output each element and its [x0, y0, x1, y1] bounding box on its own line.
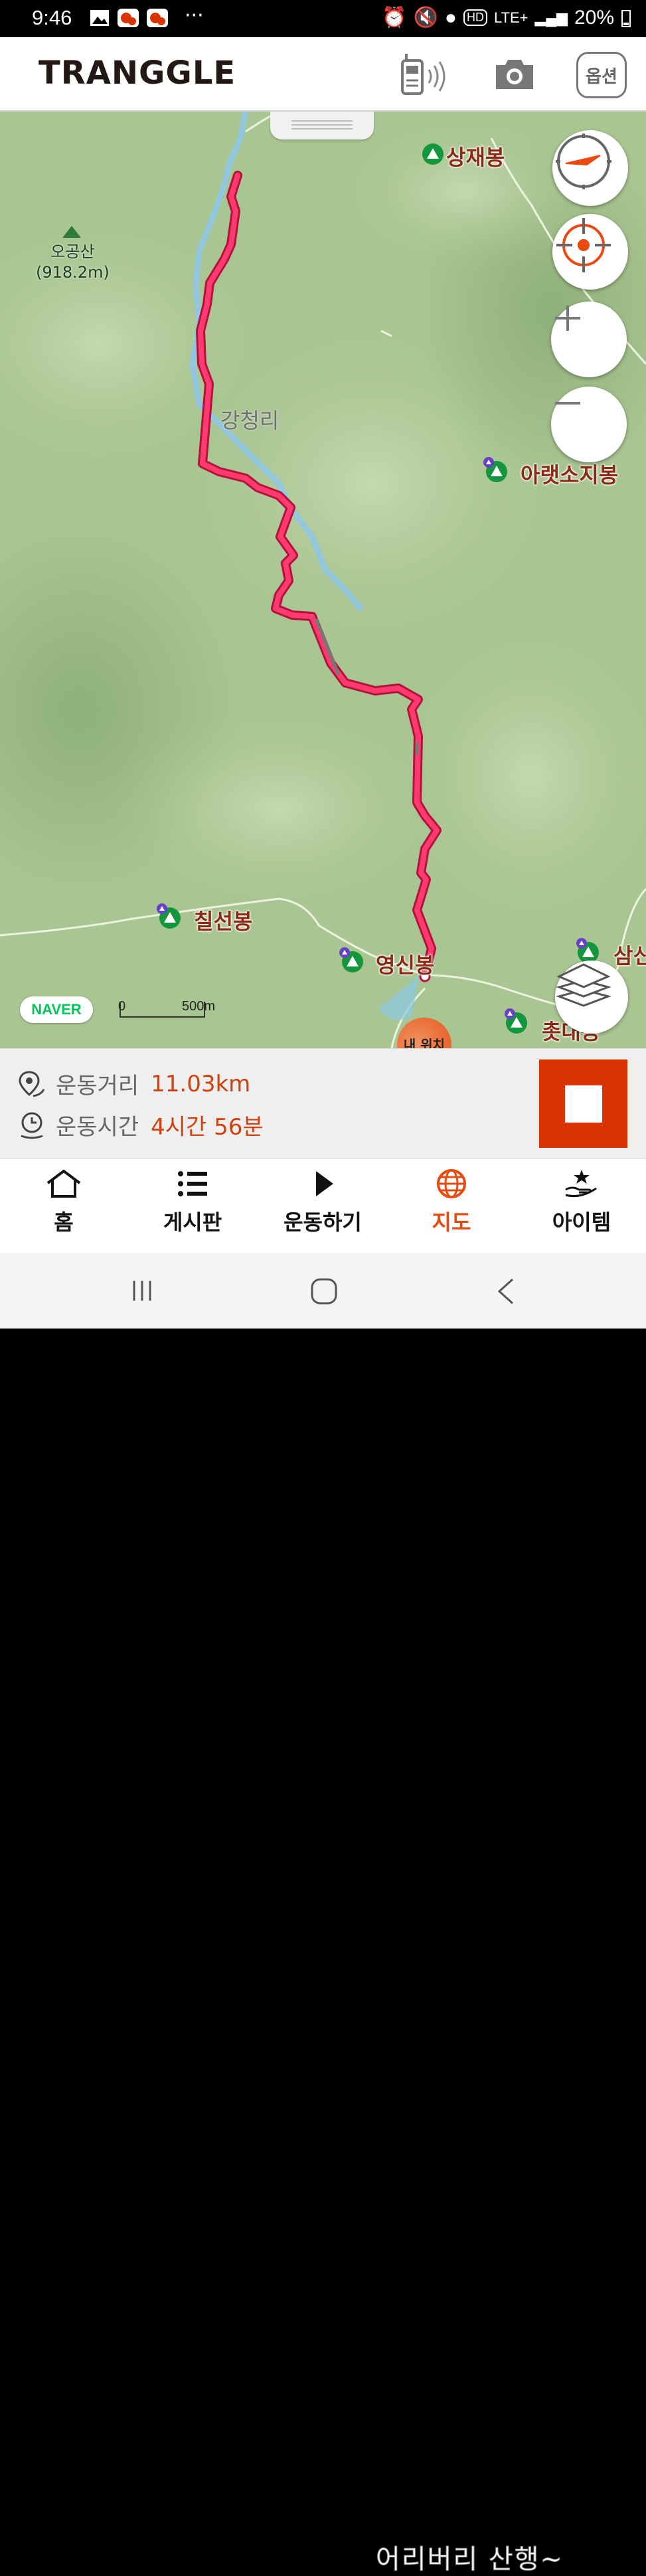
battery-level: 20%	[574, 6, 614, 29]
distance-label: 운동거리	[56, 1073, 139, 1099]
time-value: 4시간 56분	[151, 1114, 264, 1141]
plus-icon	[555, 306, 580, 331]
naver-logo: NAVER	[20, 996, 93, 1023]
peak-label[interactable]: 칠선봉	[194, 905, 252, 935]
tab-items[interactable]: 아이템	[528, 1168, 635, 1236]
zoom-out-button[interactable]	[551, 387, 627, 462]
status-bar: 9:46 ··· ⏰ 🔇 ● HD LTE+ ▂▄▆ 20%	[0, 0, 646, 37]
map-view[interactable]: 오공산 (918.2m) 강청리 상재봉 아랫소지봉 칠선봉 영신봉 삼신 촛대…	[0, 112, 646, 1048]
tab-workout[interactable]: 운동하기	[270, 1168, 376, 1236]
app-notification-icon	[147, 9, 168, 27]
minus-icon	[555, 402, 580, 405]
app-header: TRANGGLE 옵션	[0, 37, 646, 112]
tab-map[interactable]: 지도	[398, 1168, 505, 1236]
distance-icon	[19, 1070, 45, 1097]
my-location-button[interactable]	[552, 214, 628, 290]
stop-recording-button[interactable]	[539, 1059, 627, 1148]
peak-label[interactable]: 삼신	[613, 939, 646, 970]
system-navigation-bar: 어리버리 산행~	[0, 1253, 646, 2575]
tab-label: 게시판	[163, 1210, 222, 1235]
crosshair-icon	[556, 218, 611, 272]
peak-label[interactable]: 아랫소지봉	[521, 458, 618, 489]
back-icon[interactable]	[494, 1277, 518, 1306]
bottom-tab-bar: 홈 게시판 운동하기 지도 아이템	[0, 1158, 646, 1253]
play-icon	[316, 1171, 333, 1196]
battery-icon	[621, 9, 631, 27]
tab-label: 아이템	[552, 1210, 611, 1235]
home-nav-icon[interactable]	[309, 1277, 339, 1306]
app-notification-icon	[118, 9, 139, 27]
compass-icon	[556, 134, 611, 189]
status-time: 9:46	[32, 6, 72, 29]
alarm-icon: ⏰	[382, 7, 407, 29]
status-icons: ⏰ 🔇 ● HD LTE+ ▂▄▆ 20%	[382, 6, 631, 29]
hd-icon: HD	[463, 9, 487, 26]
drag-handle-icon	[291, 120, 353, 130]
tab-label: 운동하기	[283, 1210, 362, 1235]
list-icon	[178, 1171, 207, 1196]
location-icon: ●	[444, 6, 457, 29]
home-icon	[46, 1169, 81, 1198]
time-label: 운동시간	[56, 1114, 139, 1141]
zoom-in-button[interactable]	[551, 302, 627, 377]
network-type: LTE+	[493, 9, 528, 26]
panel-drag-handle[interactable]	[270, 112, 374, 139]
recent-apps-icon[interactable]	[129, 1278, 155, 1305]
tab-board[interactable]: 게시판	[139, 1168, 246, 1236]
app-logo: TRANGGLE	[39, 54, 236, 92]
time-row: 운동시간 4시간 56분	[19, 1109, 264, 1141]
camera-button[interactable]	[490, 52, 539, 97]
item-icon	[565, 1170, 597, 1198]
layers-icon	[556, 963, 611, 1007]
gallery-icon	[90, 10, 109, 26]
walkie-talkie-button[interactable]	[396, 52, 455, 97]
signal-icon: ▂▄▆	[534, 9, 568, 26]
tab-label: 홈	[54, 1210, 74, 1235]
tab-label: 지도	[432, 1210, 471, 1235]
watermark-text: 어리버리 산행~	[375, 2544, 564, 2575]
peak-marker	[422, 143, 444, 165]
tab-home[interactable]: 홈	[11, 1168, 117, 1236]
distance-value: 11.03km	[151, 1070, 251, 1097]
village-label: 강청리	[220, 408, 280, 433]
stop-icon	[564, 1085, 602, 1123]
mountain-label: 오공산 (918.2m)	[36, 242, 110, 283]
peak-label[interactable]: 영신봉	[376, 949, 434, 979]
distance-row: 운동거리 11.03km	[19, 1067, 250, 1100]
mountain-elevation: (918.2m)	[36, 263, 110, 282]
layers-button[interactable]	[555, 961, 628, 1034]
compass-button[interactable]	[552, 130, 628, 206]
scale-start-label: 0	[118, 999, 126, 1014]
scale-end-label: 500m	[182, 999, 216, 1014]
my-location-label: 내 위치	[403, 1037, 445, 1048]
walkie-talkie-icon	[401, 54, 445, 95]
mountain-name: 오공산	[50, 242, 95, 261]
camera-icon	[496, 60, 533, 89]
more-notifications-icon: ···	[185, 4, 204, 27]
clock-icon	[21, 1112, 43, 1139]
options-button[interactable]: 옵션	[576, 52, 627, 98]
mute-icon: 🔇	[413, 7, 438, 29]
workout-stats-panel: 운동거리 11.03km 운동시간 4시간 56분	[0, 1048, 646, 1159]
globe-icon	[437, 1169, 466, 1198]
peak-label[interactable]: 상재봉	[446, 141, 505, 171]
